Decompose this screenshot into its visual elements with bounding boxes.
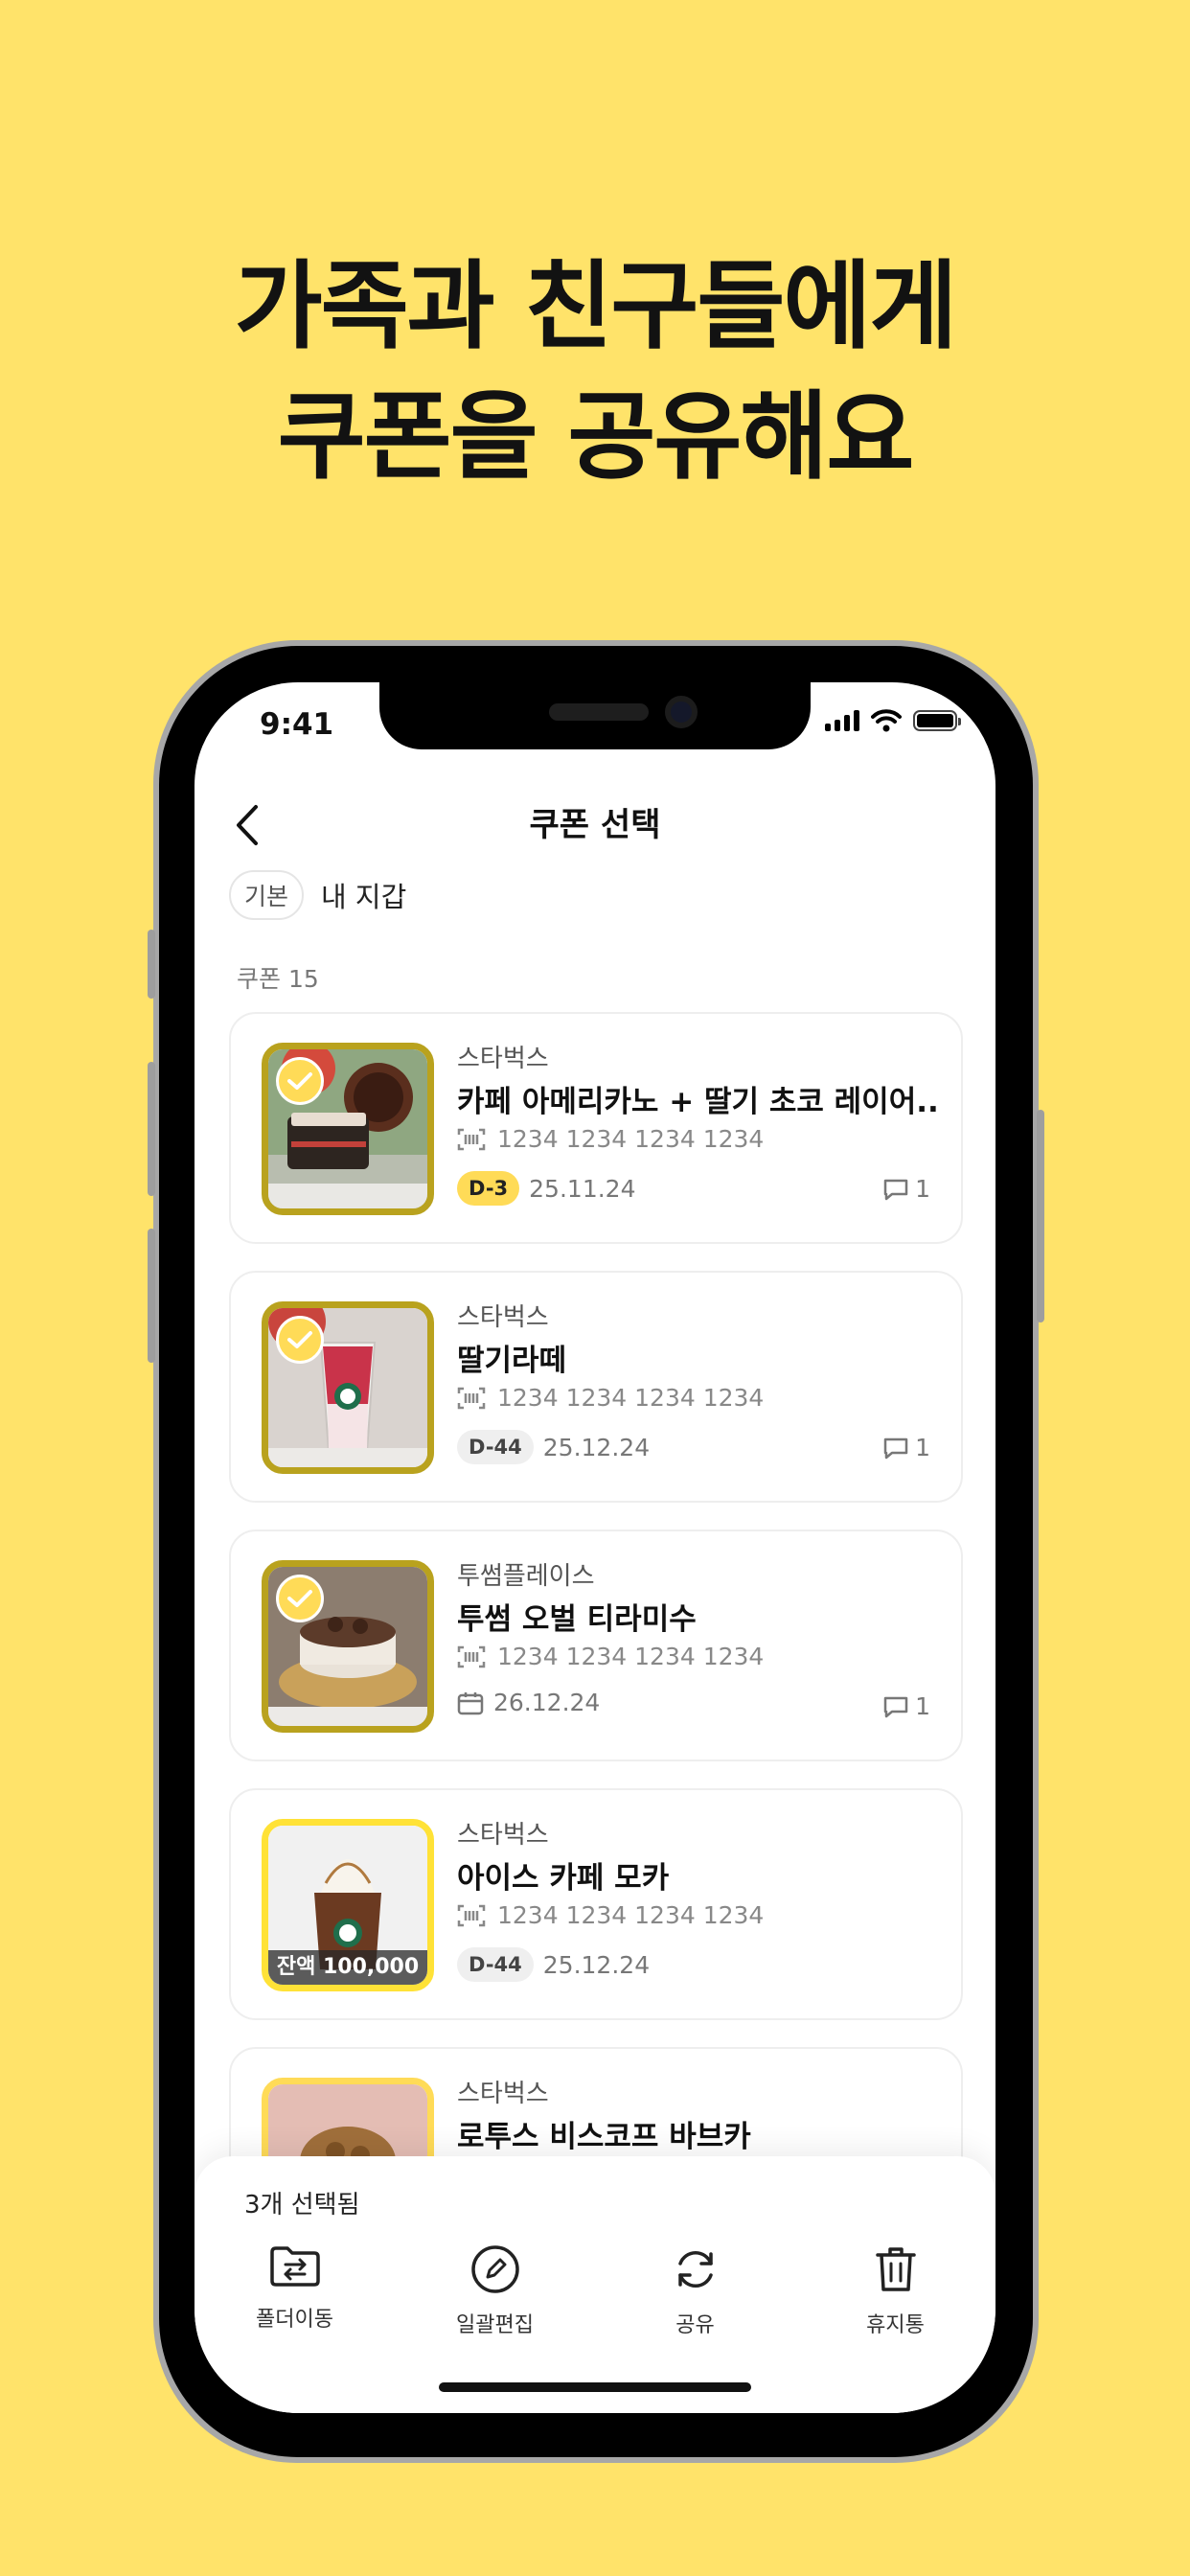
- wifi-icon: [871, 709, 902, 732]
- coupon-product: 아이스 카페 모카: [457, 1861, 670, 1896]
- coupon-thumbnail: 잔액 100,000: [262, 1819, 434, 1991]
- camera: [665, 696, 698, 728]
- coupon-product: 로투스 비스코프 바브카: [457, 2120, 751, 2154]
- coupon-card[interactable]: 스타벅스 딸기라떼 1234 1234 1234 1234 D-44 25.12…: [229, 1271, 963, 1503]
- coupon-thumbnail: [262, 1043, 434, 1215]
- barcode-number: 1234 1234 1234 1234: [497, 1125, 765, 1153]
- coupon-card[interactable]: 투썸플레이스 투썸 오벌 티라미수 1234 1234 1234 1234 26…: [229, 1530, 963, 1761]
- refresh-share-icon: [677, 2251, 713, 2288]
- memo-count: 1: [882, 1175, 930, 1203]
- expiry-date: 25.11.24: [529, 1174, 636, 1203]
- headline-line-1: 가족과 친구들에게: [234, 250, 958, 362]
- coupon-barcode: 1234 1234 1234 1234: [457, 1125, 764, 1153]
- home-indicator[interactable]: [439, 2382, 751, 2392]
- coupon-brand: 투썸플레이스: [457, 1562, 595, 1591]
- app-screen: 9:41 쿠폰 선택 기본 내 지갑 쿠폰 15 스타벅스 카페 아메리카노 +…: [195, 682, 995, 2413]
- move-folder-button[interactable]: 폴더이동: [195, 2244, 395, 2338]
- coupon-count: 쿠폰 15: [237, 965, 319, 993]
- trash-icon: [875, 2247, 916, 2291]
- coupon-meta: D-44 25.12.24: [457, 1430, 650, 1464]
- dday-badge: D-44: [457, 1947, 534, 1982]
- comment-icon: [883, 1696, 908, 1717]
- action-label: 휴지통: [866, 2313, 925, 2337]
- coupon-brand: 스타벅스: [457, 2080, 549, 2108]
- volume-up-button: [148, 1062, 155, 1196]
- dday-badge: D-3: [457, 1171, 520, 1206]
- coupon-barcode: 1234 1234 1234 1234: [457, 1901, 764, 1929]
- status-icons: [825, 709, 961, 732]
- memo-count: 1: [882, 1692, 930, 1720]
- barcode-icon: [457, 1387, 486, 1409]
- barcode-icon: [457, 1904, 486, 1926]
- headline-line-2: 쿠폰을 공유해요: [277, 380, 915, 493]
- expiry-date: 25.12.24: [542, 1433, 651, 1461]
- wallet-selector[interactable]: 기본 내 지갑: [229, 870, 406, 920]
- dday-badge: D-44: [457, 1430, 534, 1464]
- coupon-product: 투썸 오벌 티라미수: [457, 1602, 697, 1637]
- expiry-date: 25.12.24: [542, 1950, 651, 1979]
- wallet-name: 내 지갑: [321, 881, 407, 913]
- coupon-product: 딸기라떼: [457, 1344, 567, 1378]
- expiry-date: 26.12.24: [493, 1689, 601, 1716]
- mute-switch: [148, 930, 155, 999]
- memo-count-value: 1: [915, 1434, 930, 1461]
- selected-count: 3개 선택됨: [244, 2191, 360, 2220]
- trash-button[interactable]: 휴지통: [795, 2244, 995, 2338]
- action-label: 폴더이동: [256, 2308, 333, 2332]
- volume-down-button: [148, 1229, 155, 1363]
- checkmark-icon: [287, 1331, 312, 1348]
- coupon-barcode: 1234 1234 1234 1234: [457, 1384, 764, 1412]
- barcode-icon: [457, 1128, 486, 1150]
- comment-icon: [883, 1438, 908, 1459]
- barcode-number: 1234 1234 1234 1234: [497, 1901, 765, 1929]
- page-title: 쿠폰 선택: [529, 806, 661, 844]
- action-label: 공유: [675, 2313, 715, 2337]
- coupon-meta: 26.12.24: [457, 1689, 600, 1716]
- checkmark-icon: [287, 1590, 312, 1607]
- coupon-card[interactable]: 잔액 100,000 스타벅스 아이스 카페 모카 1234 1234 1234…: [229, 1788, 963, 2020]
- calendar-icon: [457, 1691, 484, 1714]
- wallet-chip: 기본: [229, 870, 305, 920]
- power-button: [1037, 1110, 1044, 1322]
- memo-count-value: 1: [915, 1175, 930, 1203]
- coupon-barcode: 1234 1234 1234 1234: [457, 1643, 764, 1670]
- coupon-card[interactable]: 스타벅스 카페 아메리카노 + 딸기 초코 레이어... 1234 1234 1…: [229, 1012, 963, 1244]
- coupon-thumbnail: [262, 1560, 434, 1733]
- checkbox[interactable]: [276, 1575, 324, 1622]
- balance-label: 잔액 100,000: [268, 1950, 427, 1985]
- memo-count: 1: [882, 1434, 930, 1461]
- signal-icon: [825, 710, 859, 731]
- checkbox[interactable]: [276, 1057, 324, 1105]
- coupon-meta: D-3 25.11.24: [457, 1171, 635, 1206]
- coupon-meta: D-44 25.12.24: [457, 1947, 650, 1982]
- folder-move-icon: [269, 2246, 320, 2287]
- checkmark-icon: [287, 1072, 312, 1090]
- comment-icon: [883, 1179, 908, 1200]
- coupon-brand: 스타벅스: [457, 1303, 549, 1332]
- action-bar: 폴더이동 일괄편집 공유 휴지통: [195, 2244, 995, 2338]
- coupon-thumbnail: [262, 1301, 434, 1474]
- action-label: 일괄편집: [456, 2313, 534, 2337]
- coupon-brand: 스타벅스: [457, 1045, 549, 1073]
- memo-count-value: 1: [915, 1692, 930, 1720]
- pencil-icon: [470, 2245, 519, 2293]
- notch: [379, 682, 811, 749]
- headline: 가족과 친구들에게 쿠폰을 공유해요: [0, 242, 1190, 502]
- coupon-brand: 스타벅스: [457, 1821, 549, 1850]
- barcode-icon: [457, 1645, 486, 1668]
- share-button[interactable]: 공유: [595, 2244, 795, 2338]
- checkbox[interactable]: [276, 1316, 324, 1364]
- bulk-edit-button[interactable]: 일괄편집: [395, 2244, 595, 2338]
- barcode-number: 1234 1234 1234 1234: [497, 1643, 765, 1670]
- battery-icon: [913, 710, 961, 731]
- status-time: 9:41: [260, 707, 334, 742]
- action-sheet: 3개 선택됨 폴더이동 일괄편집 공유 휴지통: [195, 2156, 995, 2413]
- speaker: [549, 703, 649, 721]
- coupon-product: 카페 아메리카노 + 딸기 초코 레이어...: [457, 1085, 936, 1119]
- barcode-number: 1234 1234 1234 1234: [497, 1384, 765, 1412]
